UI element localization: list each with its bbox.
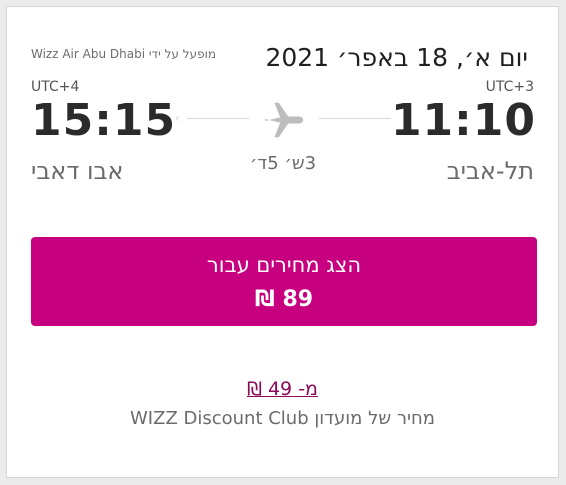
departure-city: תל-אביב [446,157,534,185]
show-prices-label: הצג מחירים עבור [206,253,362,277]
flight-duration: 3ש׳ 5ד׳ [249,153,317,174]
route-line-right [319,118,391,119]
airplane-icon [264,102,304,138]
departure-timezone: UTC+3 [485,79,534,95]
route-line-left [187,118,249,119]
operated-by-text: מופעל על ידי Wizz Air Abu Dhabi [31,47,216,61]
arrival-city: אבו דאבי [31,157,124,185]
arrival-time: 15:15 [31,95,177,146]
price-value: 89 ₪ [254,287,314,312]
club-price-link[interactable]: מ- 49 ₪ [7,378,558,400]
flight-card: יום א׳, 18 באפר׳ 2021 מופעל על ידי Wizz … [6,6,559,478]
show-prices-button[interactable]: הצג מחירים עבור 89 ₪ [31,237,537,326]
arrival-timezone: UTC+4 [31,79,80,95]
departure-time: 11:10 [390,95,536,146]
flight-date: יום א׳, 18 באפר׳ 2021 [265,43,528,72]
arrow-left-icon: ‹ [175,111,180,125]
club-price-note: מחיר של מועדון WIZZ Discount Club [130,408,435,429]
